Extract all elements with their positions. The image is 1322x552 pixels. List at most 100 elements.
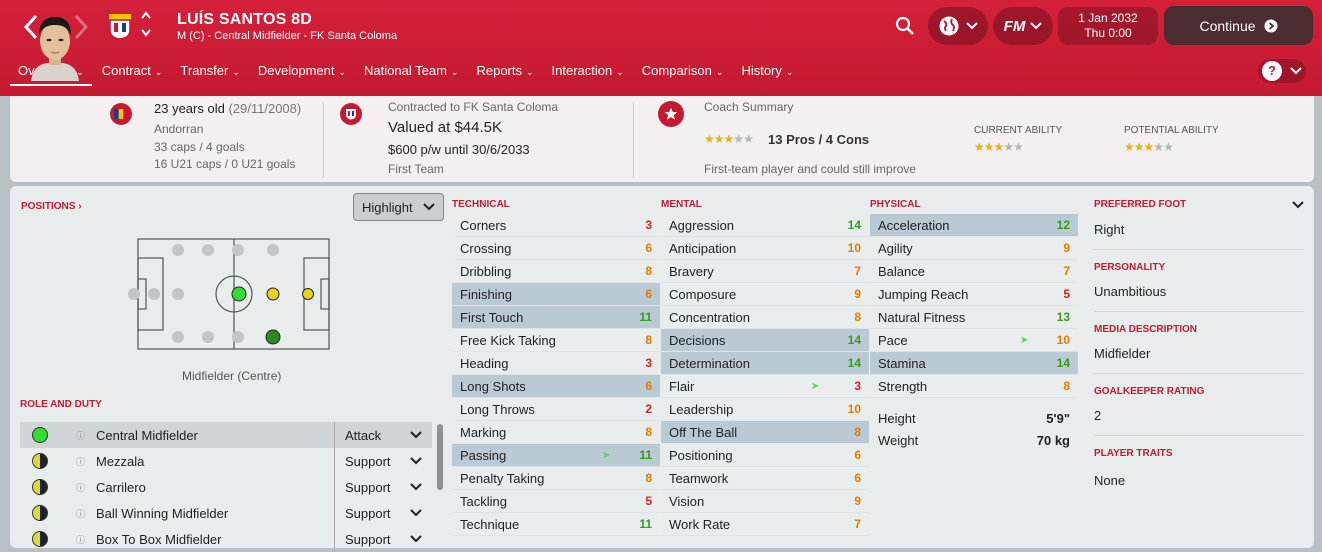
attribute-row[interactable]: Pace ➤ 10	[870, 329, 1078, 352]
player-switch-icon[interactable]	[140, 10, 152, 42]
attribute-row[interactable]: Vision 9	[661, 490, 869, 513]
role-list-scrollbar[interactable]	[437, 424, 443, 490]
attribute-row[interactable]: Finishing 6	[452, 283, 660, 306]
attribute-row[interactable]: Teamwork 6	[661, 467, 869, 490]
info-icon[interactable]: ⓘ	[76, 455, 86, 468]
role-row[interactable]: ⓘ Carrilero Support	[20, 474, 432, 500]
info-icon[interactable]: ⓘ	[76, 481, 86, 494]
attribute-row[interactable]: Tackling 5	[452, 490, 660, 513]
duty-dropdown[interactable]: Support	[334, 448, 432, 474]
attribute-row[interactable]: Free Kick Taking 8	[452, 329, 660, 352]
attribute-row[interactable]: Determination 14	[661, 352, 869, 375]
tab-national-team[interactable]: National Team ⌄	[356, 58, 466, 86]
club-badge-icon[interactable]	[340, 103, 362, 125]
role-row[interactable]: ⓘ Mezzala Support	[20, 448, 432, 474]
world-menu-button[interactable]	[928, 7, 988, 45]
attribute-row[interactable]: Work Rate 7	[661, 513, 869, 536]
role-suitability-icon	[32, 427, 48, 443]
tab-transfer[interactable]: Transfer ⌄	[172, 58, 247, 86]
tab-reports[interactable]: Reports ⌄	[468, 58, 541, 86]
help-menu-button[interactable]: ?	[1258, 59, 1306, 83]
highlight-dropdown[interactable]: Highlight	[353, 193, 444, 221]
attribute-row[interactable]: Decisions 14	[661, 329, 869, 352]
fm-menu-button[interactable]: FM	[993, 7, 1053, 45]
role-suitability-icon	[32, 505, 48, 521]
search-icon[interactable]	[890, 7, 920, 45]
duty-dropdown[interactable]: Attack	[334, 422, 432, 448]
info-icon[interactable]: ⓘ	[76, 429, 86, 442]
chevron-down-icon	[423, 203, 435, 211]
role-row[interactable]: ⓘ Ball Winning Midfielder Support	[20, 500, 432, 526]
attribute-name: Crossing	[460, 240, 512, 256]
attribute-row[interactable]: Natural Fitness 13	[870, 306, 1078, 329]
star-filled-icon: ★	[1124, 140, 1135, 154]
info-icon[interactable]: ⓘ	[76, 533, 86, 546]
attribute-value: 3	[645, 356, 652, 370]
attribute-row[interactable]: Aggression 14	[661, 214, 869, 237]
role-name: Carrilero	[96, 479, 146, 495]
attribute-row[interactable]: Acceleration 12	[870, 214, 1078, 237]
attribute-row[interactable]: Crossing 6	[452, 237, 660, 260]
attribute-row[interactable]: Marking 8	[452, 421, 660, 444]
attribute-row[interactable]: Heading 3	[452, 352, 660, 375]
duty-dropdown[interactable]: Support	[334, 500, 432, 526]
tab-comparison[interactable]: Comparison ⌄	[634, 58, 732, 86]
attribute-value: 7	[854, 264, 861, 278]
tab-interaction[interactable]: Interaction ⌄	[544, 58, 632, 86]
attribute-row[interactable]: Long Shots 6	[452, 375, 660, 398]
game-date-button[interactable]: 1 Jan 2032 Thu 0:00	[1058, 7, 1158, 45]
club-crest-icon[interactable]	[106, 12, 134, 40]
attribute-row[interactable]: Balance 7	[870, 260, 1078, 283]
attribute-row[interactable]: Leadership 10	[661, 398, 869, 421]
star-filled-icon: ★	[723, 132, 735, 146]
attribute-row[interactable]: Positioning 6	[661, 444, 869, 467]
attribute-value: 8	[645, 264, 652, 278]
attribute-row[interactable]: Agility 9	[870, 237, 1078, 260]
attribute-row[interactable]: Passing ➤ 11	[452, 444, 660, 467]
attribute-row[interactable]: Long Throws 2	[452, 398, 660, 421]
attribute-row[interactable]: First Touch 11	[452, 306, 660, 329]
role-row[interactable]: ⓘ Box To Box Midfielder Support	[20, 526, 432, 552]
technical-attributes: Corners 3 Crossing 6 Dribbling 8 Finishing 6 Fir…	[452, 214, 660, 536]
chevron-down-icon: ⌄	[785, 67, 794, 77]
duty-dropdown[interactable]: Support	[334, 526, 432, 552]
position-dot-amc	[266, 287, 280, 301]
info-icon[interactable]: ⓘ	[76, 507, 86, 520]
nationality-flag-icon[interactable]	[110, 103, 132, 125]
attribute-row[interactable]: Penalty Taking 8	[452, 467, 660, 490]
attribute-row[interactable]: Jumping Reach 5	[870, 283, 1078, 306]
tab-contract[interactable]: Contract ⌄	[94, 58, 171, 86]
star-filled-icon: ★	[993, 140, 1005, 154]
attribute-row[interactable]: Dribbling 8	[452, 260, 660, 283]
attribute-name: Marking	[460, 424, 507, 440]
star-empty-icon: ★	[1153, 140, 1164, 154]
attribute-value: 5	[645, 494, 652, 508]
chevron-down-icon[interactable]	[1292, 200, 1304, 209]
attribute-name: Passing	[460, 447, 507, 463]
attribute-row[interactable]: Technique 11	[452, 513, 660, 536]
attribute-row[interactable]: Stamina 14	[870, 352, 1078, 375]
attribute-value: 11	[639, 448, 652, 462]
attribute-row[interactable]: Concentration 8	[661, 306, 869, 329]
player-traits-label: PLAYER TRAITS	[1094, 448, 1173, 459]
star-filled-icon: ★	[713, 132, 725, 146]
player-traits-value: None	[1094, 473, 1126, 488]
attribute-row[interactable]: Bravery 7	[661, 260, 869, 283]
highlight-label: Highlight	[362, 199, 413, 215]
attribute-name: Vision	[669, 493, 705, 509]
attribute-row[interactable]: Composure 9	[661, 283, 869, 306]
pros-cons-label[interactable]: 13 Pros / 4 Cons	[768, 132, 869, 147]
tab-history[interactable]: History ⌄	[733, 58, 801, 86]
role-row[interactable]: ⓘ Central Midfielder Attack	[20, 422, 432, 448]
positions-title[interactable]: POSITIONS ›	[21, 201, 82, 212]
divider	[1094, 311, 1304, 312]
attribute-row[interactable]: Flair ➤ 3	[661, 375, 869, 398]
duty-dropdown[interactable]: Support	[334, 474, 432, 500]
attribute-row[interactable]: Anticipation 10	[661, 237, 869, 260]
attribute-row[interactable]: Off The Ball 8	[661, 421, 869, 444]
continue-button[interactable]: Continue	[1164, 6, 1313, 45]
tab-development[interactable]: Development ⌄	[250, 58, 354, 86]
attribute-row[interactable]: Strength 8	[870, 375, 1078, 398]
attribute-row[interactable]: Corners 3	[452, 214, 660, 237]
physical-title: PHYSICAL	[870, 199, 921, 210]
